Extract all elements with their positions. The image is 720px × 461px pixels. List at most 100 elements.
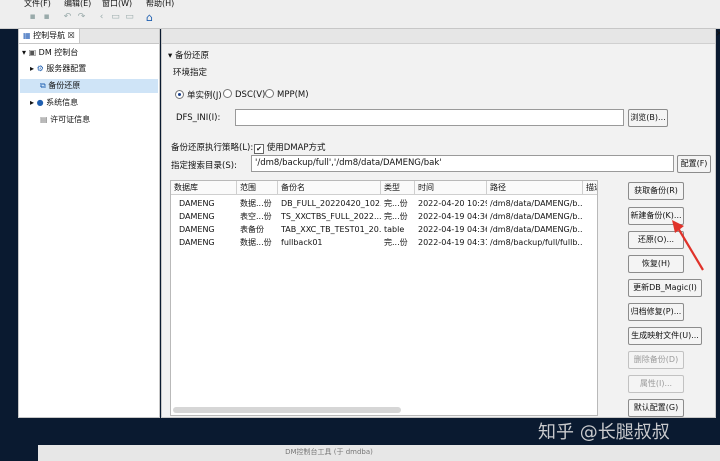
table-cell: /dm8/data/DAMENG/b... xyxy=(490,212,583,221)
radio-label: DSC(V) xyxy=(235,90,266,100)
radio-dsc[interactable]: DSC(V) xyxy=(223,89,265,100)
back-icon[interactable]: ‹ xyxy=(96,12,107,23)
table-row[interactable]: DAMENG 表备份 TAB_XXC_TB_TEST01_20... table 202… xyxy=(171,223,597,236)
table-row[interactable]: DAMENG 数据...份 DB_FULL_20220420_102... 完...份… xyxy=(171,197,597,210)
table-cell: fullback01 xyxy=(281,238,323,247)
table-cell xyxy=(583,223,597,236)
update-db-magic-button[interactable]: 更新DB_Magic(I) xyxy=(628,279,702,297)
expand-arrow-icon[interactable]: ▸ xyxy=(30,64,34,73)
recover-button[interactable]: 恢复(H) xyxy=(628,255,684,273)
table-cell: /dm8/backup/full/fullb... xyxy=(490,238,583,247)
gear-icon: ⚙ xyxy=(36,64,44,73)
close-icon[interactable]: ☒ xyxy=(68,31,75,40)
info-icon: ● xyxy=(36,98,44,107)
stop-icon[interactable]: ▭ xyxy=(124,12,135,23)
forward-icon[interactable]: ▭ xyxy=(110,12,121,23)
redo-icon[interactable]: ↷ xyxy=(76,12,87,23)
table-cell: 表空...份 xyxy=(240,212,272,221)
table-cell: 2022-04-19 04:36... xyxy=(418,212,487,221)
table-cell: 数据...份 xyxy=(240,238,272,247)
license-icon: ▤ xyxy=(40,115,48,124)
backup-table: 数据库 范围 备份名 类型 时间 路径 描述 DAMENG 数据...份 DB_FU… xyxy=(170,180,598,416)
radio-label: MPP(M) xyxy=(277,90,309,100)
col-header-description[interactable]: 描述 xyxy=(583,181,597,195)
navigator-icon: ▦ xyxy=(23,31,31,40)
table-row[interactable]: DAMENG 数据...份 fullback01 完...份 2022-04-19 04… xyxy=(171,236,597,249)
checkbox-label: 使用DMAP方式 xyxy=(266,143,326,153)
table-cell: /dm8/data/DAMENG/b... xyxy=(490,225,583,234)
table-cell: TS_XXCTBS_FULL_2022... xyxy=(281,212,381,221)
tree-item-server-config[interactable]: ▸ ⚙ 服务器配置 xyxy=(30,62,86,76)
table-cell: DAMENG xyxy=(179,225,215,234)
table-cell: table xyxy=(384,225,405,234)
radio-indicator[interactable] xyxy=(265,89,274,98)
config-button[interactable]: 配置(F) xyxy=(677,155,711,173)
section-title-text: 备份还原 xyxy=(174,51,209,61)
search-dir-input[interactable]: '/dm8/backup/full','/dm8/data/DAMENG/bak… xyxy=(251,155,674,172)
table-cell: /dm8/data/DAMENG/b... xyxy=(490,199,583,208)
new-backup-button[interactable]: 新建备份(K)... xyxy=(628,207,684,225)
table-cell xyxy=(583,210,597,223)
tree-item-system-info[interactable]: ▸ ● 系统信息 xyxy=(30,96,78,110)
watermark: 知乎 @长腿叔叔 xyxy=(538,422,670,443)
col-header-backup-name[interactable]: 备份名 xyxy=(278,181,381,195)
bottom-window-title: DM控制台工具 (于 dmdba) xyxy=(285,448,373,456)
bottom-window-titlebar: DM控制台工具 (于 dmdba) xyxy=(38,445,720,461)
checkbox-checked-icon[interactable]: ✔ xyxy=(254,144,264,154)
col-header-time[interactable]: 时间 xyxy=(415,181,487,195)
col-header-database[interactable]: 数据库 xyxy=(171,181,237,195)
table-row[interactable]: DAMENG 表空...份 TS_XXCTBS_FULL_2022... 完...份 2… xyxy=(171,210,597,223)
save-all-icon[interactable]: ▪ xyxy=(41,12,52,23)
fetch-backups-button[interactable]: 获取备份(R) xyxy=(628,182,684,200)
expand-arrow-icon[interactable]: ▸ xyxy=(30,98,34,107)
nav-tab-strip: ▦ 控制导航 ☒ xyxy=(19,29,159,44)
collapse-arrow-icon[interactable]: ▾ xyxy=(22,48,26,57)
col-header-scope[interactable]: 范围 xyxy=(237,181,278,195)
properties-button[interactable]: 属性(I)... xyxy=(628,375,684,393)
table-cell: 2022-04-19 04:36... xyxy=(418,225,487,234)
tab-control-navigation[interactable]: ▦ 控制导航 ☒ xyxy=(19,29,80,43)
restore-button[interactable]: 还原(O)... xyxy=(628,231,684,249)
delete-backup-button[interactable]: 删除备份(D) xyxy=(628,351,684,369)
archive-repair-button[interactable]: 归档修复(P)... xyxy=(628,303,684,321)
tree-item-backup-restore[interactable]: ⧉ 备份还原 xyxy=(20,79,158,93)
radio-indicator[interactable] xyxy=(175,90,184,99)
menu-file[interactable]: 文件(F) xyxy=(24,0,51,8)
default-config-button[interactable]: 默认配置(G) xyxy=(628,399,684,417)
radio-indicator[interactable] xyxy=(223,89,232,98)
table-cell: 完...份 xyxy=(384,199,408,208)
section-title: ▾ 备份还原 xyxy=(168,49,209,61)
menu-help[interactable]: 帮助(H) xyxy=(146,0,174,8)
menu-edit[interactable]: 编辑(E) xyxy=(64,0,91,8)
tree-root[interactable]: ▾ ▣ DM 控制台 xyxy=(22,46,78,60)
strategy-label: 备份还原执行策略(L): xyxy=(171,143,254,153)
table-cell: 完...份 xyxy=(384,238,408,247)
table-cell xyxy=(583,236,597,249)
dfs-ini-input[interactable] xyxy=(235,109,624,126)
table-cell xyxy=(583,197,597,210)
generate-mapping-file-button[interactable]: 生成映射文件(U)... xyxy=(628,327,702,345)
menu-window[interactable]: 窗口(W) xyxy=(102,0,132,8)
tree-item-label: 系统信息 xyxy=(46,98,79,107)
table-cell: TAB_XXC_TB_TEST01_20... xyxy=(281,225,381,234)
panel-header: × xyxy=(162,28,720,44)
col-header-path[interactable]: 路径 xyxy=(487,181,583,195)
radio-single-instance[interactable]: 单实例(J) xyxy=(175,89,222,101)
control-navigation-panel: ▦ 控制导航 ☒ ▾ ▣ DM 控制台 ▸ ⚙ 服务器配置 ⧉ 备份还原 ▸ ●… xyxy=(18,28,160,418)
close-icon[interactable]: × xyxy=(715,28,720,39)
collapse-arrow-icon[interactable]: ▾ xyxy=(168,51,172,61)
tab-label: 控制导航 xyxy=(33,31,66,40)
radio-mpp[interactable]: MPP(M) xyxy=(265,89,309,100)
home-icon[interactable]: ⌂ xyxy=(144,12,155,23)
table-cell: 数据...份 xyxy=(240,199,272,208)
table-cell: DAMENG xyxy=(179,199,215,208)
col-header-type[interactable]: 类型 xyxy=(381,181,415,195)
horizontal-scrollbar[interactable] xyxy=(173,407,401,413)
dmap-checkbox[interactable]: ✔ 使用DMAP方式 xyxy=(254,141,326,154)
undo-icon[interactable]: ↶ xyxy=(62,12,73,23)
tree-item-label: 许可证信息 xyxy=(50,115,91,124)
tree-item-license-info[interactable]: ▤ 许可证信息 xyxy=(40,113,90,127)
save-icon[interactable]: ▪ xyxy=(27,12,38,23)
table-cell: 完...份 xyxy=(384,212,408,221)
browse-button[interactable]: 浏览(B)... xyxy=(628,109,668,127)
